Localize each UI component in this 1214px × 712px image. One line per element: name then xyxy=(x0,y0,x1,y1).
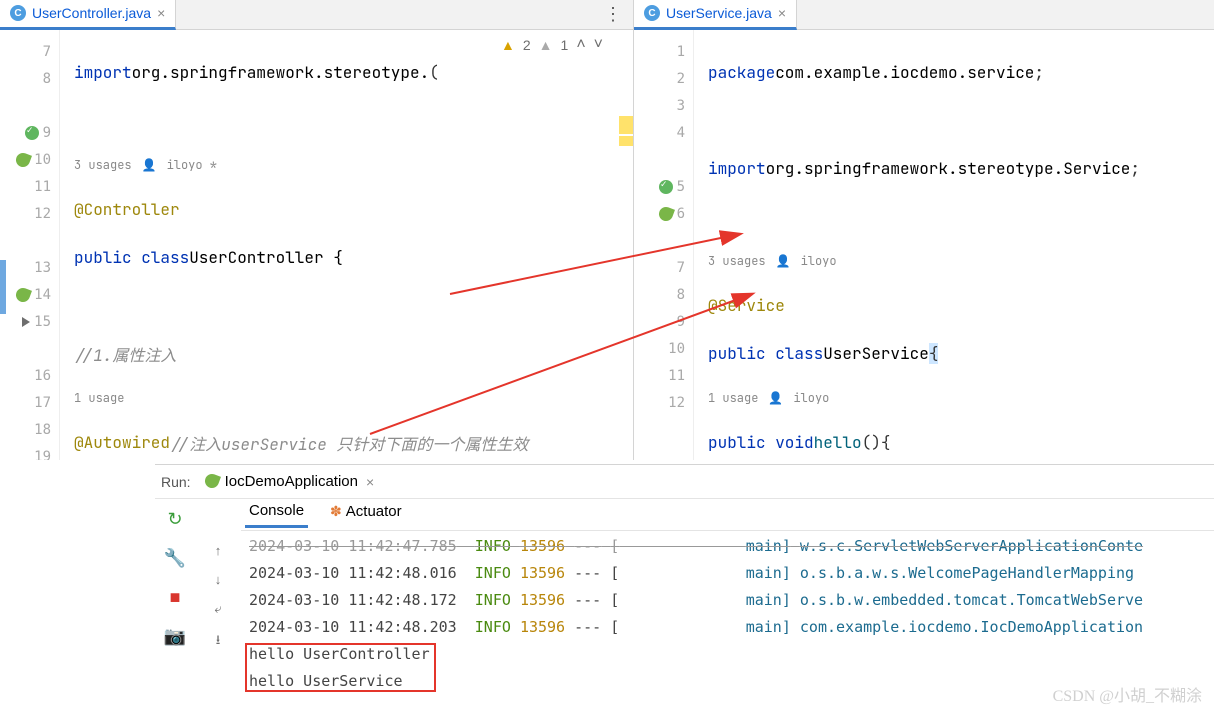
more-options-icon[interactable]: ⋮ xyxy=(604,4,623,25)
actuator-icon: ✽ xyxy=(330,503,342,519)
tab-userservice[interactable]: C UserService.java × xyxy=(634,0,797,30)
java-class-icon: C xyxy=(644,5,660,21)
spring-boot-icon xyxy=(205,474,221,490)
usages-hint[interactable]: 3 usages xyxy=(708,253,766,269)
user-icon: 👤 xyxy=(142,157,157,173)
right-tabs: C UserService.java × xyxy=(634,0,1214,30)
class-name: UserService xyxy=(823,343,929,364)
editor-right-pane: C UserService.java × 1 2 3 4 . 5 6 . 7 8… xyxy=(634,0,1214,460)
log-line: 2024-03-10 11:42:48.203 INFO 13596 --- [… xyxy=(249,618,1143,636)
close-icon[interactable]: × xyxy=(157,5,165,21)
stop-icon[interactable]: ■ xyxy=(170,587,181,608)
console-tab[interactable]: Console xyxy=(245,502,308,528)
run-gutter-icon[interactable] xyxy=(22,317,30,327)
kw: public void xyxy=(708,432,814,453)
run-tabs: Console ✽Actuator xyxy=(241,499,1214,531)
usages-hint[interactable]: 1 usage xyxy=(708,390,758,406)
run-label: Run: xyxy=(161,474,191,490)
user-icon: 👤 xyxy=(776,253,791,269)
left-code[interactable]: import import org.springframework.stereo… xyxy=(60,30,633,460)
tab-usercontroller[interactable]: C UserController.java × xyxy=(0,0,176,30)
left-tabs: C UserController.java × ⋮ xyxy=(0,0,633,30)
vcs-change-marker xyxy=(0,260,6,314)
close-icon[interactable]: × xyxy=(778,5,786,21)
run-header: Run: IocDemoApplication × xyxy=(155,465,1214,499)
author-hint[interactable]: iloyo * xyxy=(167,157,217,173)
log-line: 2024-03-10 11:42:47.785 INFO 13596 --- [… xyxy=(249,537,1143,555)
stdout-line: hello UserService xyxy=(249,672,403,690)
close-icon[interactable]: × xyxy=(366,474,374,490)
right-gutter[interactable]: 1 2 3 4 . 5 6 . 7 8 9 10 11 12 xyxy=(634,30,694,460)
actuator-tab[interactable]: ✽Actuator xyxy=(326,503,406,526)
annotation: @Service xyxy=(708,295,785,316)
run-app-name[interactable]: IocDemoApplication xyxy=(225,473,358,490)
spring-bean-icon xyxy=(14,286,32,304)
user-icon: 👤 xyxy=(768,390,783,406)
class-name: UserController { xyxy=(189,247,343,268)
comment: //注入userService 只针对下面的一个属性生效 xyxy=(170,431,528,455)
up-arrow-icon[interactable]: ↑ xyxy=(215,543,222,558)
soft-wrap-icon[interactable]: ⤶ xyxy=(214,601,221,617)
author-hint[interactable]: iloyo xyxy=(801,253,837,269)
spring-bean-icon xyxy=(657,205,675,223)
right-code[interactable]: package com.example.iocdemo.service; imp… xyxy=(694,30,1214,460)
run-toolbar: ↻ 🔧 ■ 📷 xyxy=(155,499,195,712)
annotation: @Autowired xyxy=(74,432,170,453)
rerun-icon[interactable]: ↻ xyxy=(167,509,182,530)
console-output[interactable]: 2024-03-10 11:42:47.785 INFO 13596 --- [… xyxy=(241,531,1214,699)
annotation: @Controller xyxy=(74,199,180,220)
log-line: 2024-03-10 11:42:48.172 INFO 13596 --- [… xyxy=(249,591,1143,609)
punct: (){ xyxy=(862,432,891,453)
kw: public class xyxy=(708,343,823,364)
usages-hint[interactable]: 3 usages xyxy=(74,157,132,173)
coverage-ok-icon xyxy=(25,126,39,140)
scroll-to-end-icon[interactable]: ⭳ xyxy=(216,631,221,653)
editor-left-pane: C UserController.java × ⋮ ▲2 ▲1 ˄ ˅ 7 8 … xyxy=(0,0,634,460)
stdout-line: hello UserController xyxy=(249,645,430,663)
coverage-ok-icon xyxy=(659,180,673,194)
watermark: CSDN @小胡_不糊涂 xyxy=(1053,682,1202,706)
down-arrow-icon[interactable]: ↓ xyxy=(215,572,222,587)
run-tool-window: Run: IocDemoApplication × ↻ 🔧 ■ 📷 ↑ ↓ ⤶ … xyxy=(155,464,1214,712)
camera-icon[interactable]: 📷 xyxy=(164,626,186,647)
tab-label: UserService.java xyxy=(666,5,772,21)
brace: { xyxy=(929,343,939,364)
log-line: 2024-03-10 11:42:48.016 INFO 13596 --- [… xyxy=(249,564,1134,582)
console-toolbar: ↑ ↓ ⤶ ⭳ xyxy=(195,499,241,712)
method: hello xyxy=(814,432,862,453)
author-hint[interactable]: iloyo xyxy=(793,390,829,406)
kw: public class xyxy=(74,247,189,268)
spring-bean-icon xyxy=(14,151,32,169)
actuator-tab-label: Actuator xyxy=(346,503,402,520)
usages-hint[interactable]: 1 usage xyxy=(74,390,124,406)
comment: //1.属性注入 xyxy=(74,342,176,366)
wrench-icon[interactable]: 🔧 xyxy=(164,548,186,569)
java-class-icon: C xyxy=(10,5,26,21)
left-gutter[interactable]: 7 8 . 9 10 11 12 . 13 14 15 . 16 17 18 1… xyxy=(0,30,60,460)
tab-label: UserController.java xyxy=(32,5,151,21)
